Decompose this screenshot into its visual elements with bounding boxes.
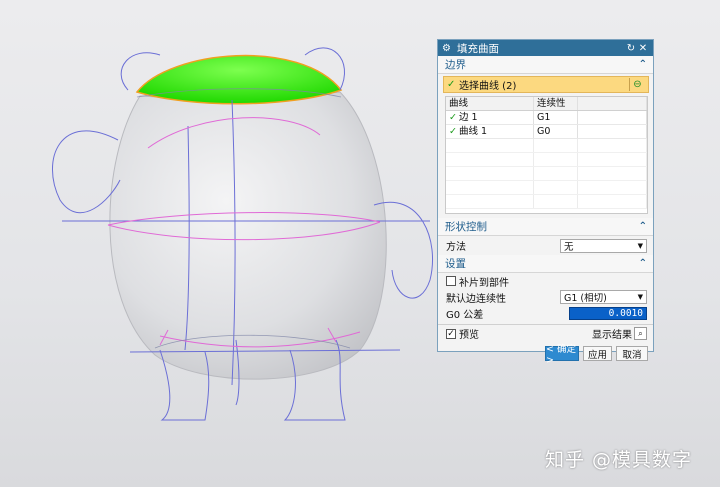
- g0-tolerance-input[interactable]: 0.0010: [569, 306, 647, 320]
- reset-icon[interactable]: ↻: [625, 43, 637, 54]
- collapse-icon[interactable]: ⌃: [639, 221, 647, 232]
- watermark: 知乎 @模具数字: [545, 449, 693, 471]
- g0-tolerance-row: G0 公差 0.0010: [438, 305, 653, 321]
- section-shape-label: 形状控制: [445, 221, 487, 233]
- check-icon: ✓: [449, 126, 457, 137]
- section-boundary-label: 边界: [445, 59, 466, 71]
- preview-checkbox[interactable]: ✓: [446, 328, 456, 339]
- method-dropdown[interactable]: 无 ▼: [560, 238, 647, 253]
- patch-row: 补片到部件: [438, 273, 653, 289]
- patch-checkbox[interactable]: [446, 276, 456, 286]
- continuity-value[interactable]: G1: [534, 111, 578, 124]
- cancel-button[interactable]: 取消: [616, 346, 648, 361]
- chevron-down-icon: ▼: [637, 293, 643, 301]
- chevron-down-icon: ▼: [637, 241, 643, 250]
- check-icon: ✓: [447, 79, 456, 90]
- select-curve-row[interactable]: ✓ 选择曲线 (2) ⊖: [443, 76, 649, 93]
- default-continuity-dropdown[interactable]: G1 (相切) ▼: [560, 290, 647, 304]
- default-continuity-label: 默认边连续性: [446, 293, 506, 305]
- curve-list[interactable]: 曲线 连续性 ✓ 边 1 G1 ✓ 曲线 1 G0: [445, 96, 648, 214]
- section-settings-label: 设置: [445, 258, 466, 270]
- gear-icon[interactable]: ⚙: [442, 43, 454, 54]
- preview-label: 预览: [459, 330, 479, 341]
- method-label: 方法: [446, 242, 466, 253]
- check-icon: ✓: [449, 112, 457, 123]
- default-continuity-value: G1 (相切): [564, 293, 607, 304]
- collapse-icon[interactable]: ⌃: [639, 59, 647, 70]
- collapse-icon[interactable]: ⌃: [639, 258, 647, 269]
- method-row: 方法 无 ▼: [438, 236, 653, 255]
- col-continuity: 连续性: [534, 97, 578, 110]
- dialog-titlebar: ⚙ 填充曲面 ↻ ✕: [438, 40, 653, 56]
- fill-surface-dialog: ⚙ 填充曲面 ↻ ✕ 边界 ⌃ ✓ 选择曲线 (2) ⊖ 曲线 连续性 ✓ 边 1…: [437, 39, 654, 366]
- show-result-button[interactable]: 显示结果 ⌕: [592, 326, 647, 341]
- preview-row: ✓ 预览 显示结果 ⌕: [438, 325, 653, 342]
- close-icon[interactable]: ✕: [637, 43, 649, 54]
- curve-select-icon[interactable]: ⊖: [629, 78, 645, 91]
- list-item[interactable]: ✓ 曲线 1 G0: [446, 125, 647, 139]
- show-result-label: 显示结果: [592, 330, 632, 341]
- list-item[interactable]: ✓ 边 1 G1: [446, 111, 647, 125]
- default-continuity-row: 默认边连续性 G1 (相切) ▼: [438, 289, 653, 305]
- section-shape-control[interactable]: 形状控制 ⌃: [438, 218, 653, 236]
- col-curve: 曲线: [446, 97, 534, 110]
- curve-name: 边 1: [458, 112, 478, 123]
- ok-button[interactable]: < 确定 >: [545, 344, 579, 366]
- patch-label: 补片到部件: [459, 277, 509, 289]
- dialog-buttons: < 确定 > 应用 取消: [438, 342, 653, 366]
- fill-surface-patch: [135, 54, 343, 105]
- g0-tolerance-label: G0 公差: [446, 309, 484, 321]
- continuity-value[interactable]: G0: [534, 125, 578, 138]
- list-header: 曲线 连续性: [446, 97, 647, 111]
- curve-name: 曲线 1: [458, 126, 488, 137]
- dialog-title: 填充曲面: [457, 42, 499, 55]
- method-value: 无: [564, 241, 574, 253]
- select-curve-label: 选择曲线 (2): [459, 81, 517, 92]
- section-boundary[interactable]: 边界 ⌃: [438, 56, 653, 74]
- section-settings[interactable]: 设置 ⌃: [438, 255, 653, 273]
- magnifier-icon: ⌕: [634, 327, 647, 340]
- apply-button[interactable]: 应用: [583, 346, 612, 361]
